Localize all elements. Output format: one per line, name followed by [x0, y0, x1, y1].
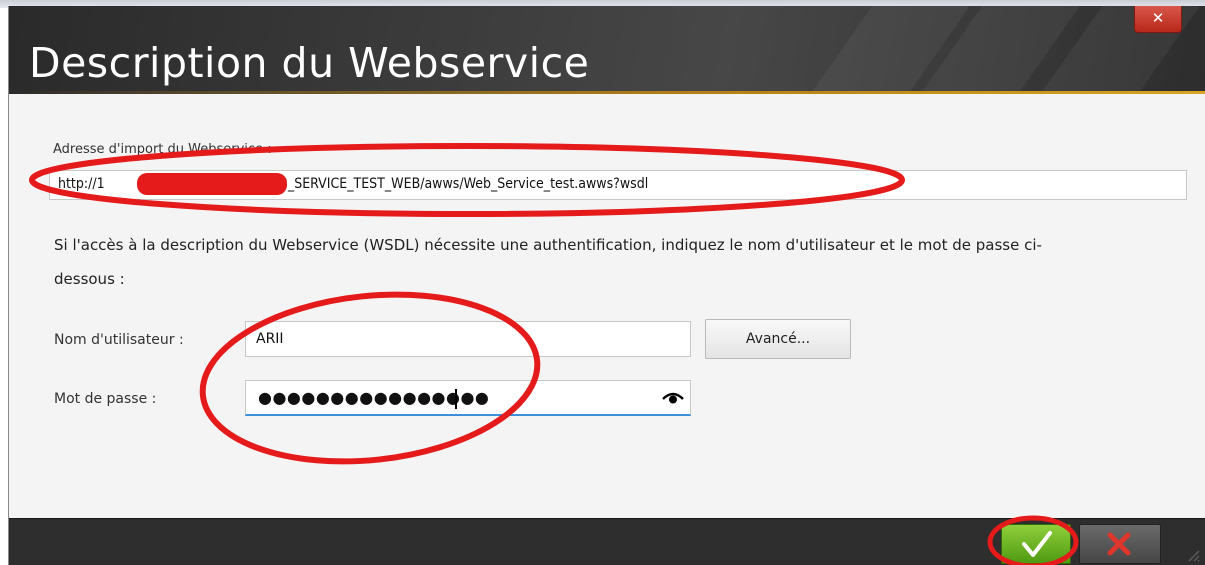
- dialog-header: Description du Webservice ✕: [9, 6, 1205, 94]
- url-prefix: http://1: [58, 176, 105, 192]
- password-input[interactable]: ●●●●●●●●●●●●●●●●: [245, 380, 691, 416]
- dialog-title: Description du Webservice: [29, 39, 590, 87]
- checkmark-icon: [1022, 531, 1052, 557]
- advanced-button[interactable]: Avancé...: [705, 319, 851, 359]
- ok-button[interactable]: [1001, 524, 1071, 564]
- dialog-footer: [9, 518, 1205, 565]
- password-label: Mot de passe :: [54, 391, 157, 407]
- screenshot: Description du Webservice ✕ Adresse d'im…: [0, 0, 1205, 565]
- username-label: Nom d'utilisateur :: [54, 332, 184, 348]
- cross-icon: [1107, 532, 1131, 556]
- text-caret: [455, 389, 457, 409]
- redaction-mark: [137, 173, 287, 195]
- import-url-label: Adresse d'import du Webservice :: [53, 142, 272, 157]
- cancel-button[interactable]: [1079, 524, 1161, 564]
- auth-info-text: Si l'accès à la description du Webservic…: [54, 236, 1042, 288]
- webservice-dialog: Description du Webservice ✕ Adresse d'im…: [8, 6, 1205, 565]
- resize-grip-icon[interactable]: [1186, 548, 1200, 562]
- dialog-body: Adresse d'import du Webservice : http://…: [9, 94, 1205, 518]
- close-button[interactable]: ✕: [1134, 6, 1182, 33]
- username-input[interactable]: ARII: [245, 321, 691, 357]
- close-x-icon: ✕: [1151, 9, 1165, 27]
- eye-icon[interactable]: [662, 391, 684, 405]
- url-suffix: /WEB_SERVICE_TEST_WEB/awws/Web_Service_t…: [254, 176, 649, 192]
